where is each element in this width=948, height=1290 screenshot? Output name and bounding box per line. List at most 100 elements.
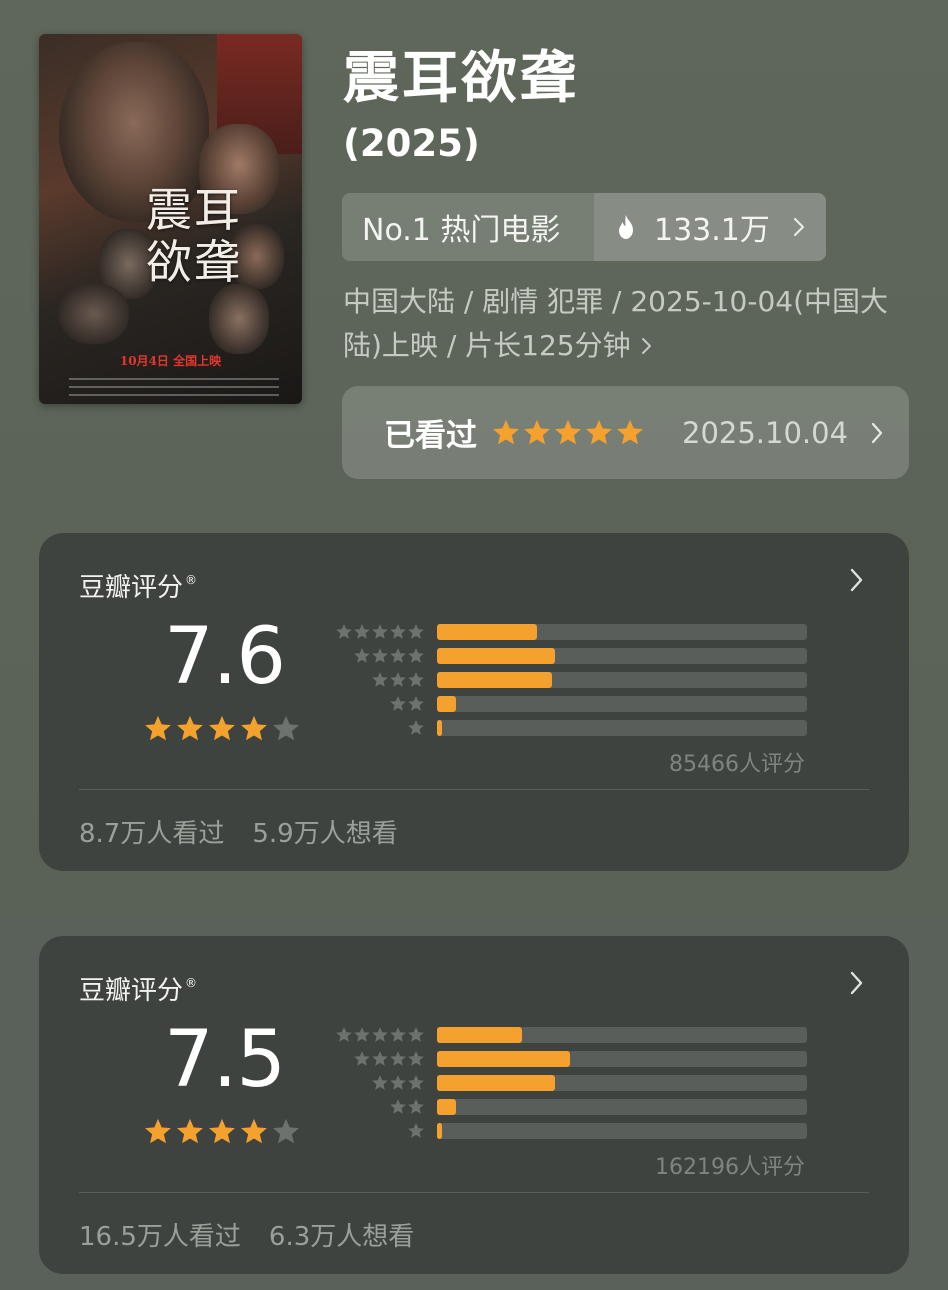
distribution-row-5-star xyxy=(331,620,811,644)
star-icon xyxy=(390,1075,406,1090)
star-icon xyxy=(408,1123,424,1138)
star-icon xyxy=(493,419,519,444)
rank-label[interactable]: No.1 热门电影 xyxy=(342,193,594,261)
heat-value: 133.1万 xyxy=(654,213,770,248)
rating-distribution xyxy=(331,620,811,740)
registered-mark: ® xyxy=(185,573,198,587)
distribution-row-3-star xyxy=(331,668,811,692)
row-stars xyxy=(407,1122,425,1140)
chevron-right-icon[interactable] xyxy=(849,567,865,593)
registered-mark: ® xyxy=(185,976,198,990)
heat-button[interactable]: 133.1万 xyxy=(594,193,826,261)
poster-credits xyxy=(69,372,279,402)
distribution-bar-fill xyxy=(437,696,456,712)
rating-source: 豆瓣评分 xyxy=(79,976,184,1006)
star-icon xyxy=(209,1118,235,1144)
distribution-bar-track xyxy=(437,1027,807,1043)
star-icon xyxy=(209,715,235,741)
star-icon xyxy=(145,1118,171,1144)
row-stars xyxy=(335,623,425,641)
star-icon xyxy=(273,1118,299,1144)
star-icon xyxy=(408,624,424,639)
row-stars xyxy=(389,695,425,713)
audience-stats: 16.5万人看过 6.3万人想看 xyxy=(79,1216,414,1253)
rating-card-title: 豆瓣评分 ® xyxy=(79,563,197,605)
divider xyxy=(79,1192,869,1193)
distribution-bar-fill xyxy=(437,624,537,640)
distribution-bar-fill xyxy=(437,1075,556,1091)
distribution-bar-track xyxy=(437,1123,807,1139)
seen-count[interactable]: 16.5万人看过 xyxy=(79,1222,241,1252)
star-icon xyxy=(555,419,581,444)
distribution-row-4-star xyxy=(331,644,811,668)
star-icon xyxy=(354,624,370,639)
poster-figure xyxy=(209,284,269,354)
movie-poster[interactable]: 震耳欲聋 10月4日 全国上映 xyxy=(39,34,302,404)
distribution-bar-fill xyxy=(437,1099,456,1115)
distribution-bar-track xyxy=(437,648,807,664)
poster-figure xyxy=(59,284,129,344)
star-icon xyxy=(372,624,388,639)
star-icon xyxy=(241,1118,267,1144)
distribution-bar-track xyxy=(437,720,807,736)
star-icon xyxy=(372,1075,388,1090)
movie-meta: 中国大陆 / 剧情 犯罪 / 2025-10-04(中国大陆)上映 / 片长12… xyxy=(343,285,889,362)
star-icon xyxy=(408,1027,424,1042)
rating-card[interactable]: 豆瓣评分 ® 7.5 162196人评分 16.5万人看过 6.3万人想看 xyxy=(39,936,909,1274)
want-count[interactable]: 5.9万人想看 xyxy=(252,819,397,849)
distribution-bar-track xyxy=(437,696,807,712)
star-icon xyxy=(408,1075,424,1090)
rating-card[interactable]: 豆瓣评分 ® 7.6 85466人评分 8.7万人看过 5.9万人想看 xyxy=(39,533,909,871)
rating-score: 7.6 xyxy=(164,612,286,702)
star-icon xyxy=(408,696,424,711)
star-icon xyxy=(354,1027,370,1042)
star-icon xyxy=(408,1051,424,1066)
distribution-row-2-star xyxy=(331,1095,811,1119)
star-icon xyxy=(586,419,612,444)
distribution-bar-track xyxy=(437,1099,807,1115)
distribution-bar-fill xyxy=(437,720,442,736)
star-icon xyxy=(336,624,352,639)
row-stars xyxy=(407,719,425,737)
rating-stars xyxy=(143,714,303,744)
star-icon xyxy=(617,419,643,444)
distribution-row-4-star xyxy=(331,1047,811,1071)
star-icon xyxy=(408,720,424,735)
star-icon xyxy=(273,715,299,741)
distribution-bar-fill xyxy=(437,1123,442,1139)
distribution-bar-fill xyxy=(437,1027,523,1043)
rating-stars xyxy=(143,1117,303,1147)
row-stars xyxy=(371,1074,425,1092)
star-icon xyxy=(390,648,406,663)
watched-status-button[interactable]: 已看过 2025.10.04 xyxy=(342,386,909,479)
seen-count[interactable]: 8.7万人看过 xyxy=(79,819,224,849)
distribution-bar-fill xyxy=(437,648,556,664)
movie-title: 震耳欲聋 xyxy=(343,46,579,111)
poster-release-date: 10月4日 全国上映 xyxy=(119,354,222,368)
star-icon xyxy=(354,648,370,663)
want-count[interactable]: 6.3万人想看 xyxy=(269,1222,414,1252)
star-icon xyxy=(408,672,424,687)
row-stars xyxy=(353,1050,425,1068)
row-stars xyxy=(335,1026,425,1044)
star-icon xyxy=(390,672,406,687)
star-icon xyxy=(390,1051,406,1066)
row-stars xyxy=(371,671,425,689)
star-icon xyxy=(177,1118,203,1144)
row-stars xyxy=(353,647,425,665)
poster-title: 震耳欲聋 xyxy=(146,183,242,289)
distribution-row-1-star xyxy=(331,1119,811,1143)
star-icon xyxy=(336,1027,352,1042)
audience-stats: 8.7万人看过 5.9万人想看 xyxy=(79,813,398,850)
movie-meta-link[interactable]: 中国大陆 / 剧情 犯罪 / 2025-10-04(中国大陆)上映 / 片长12… xyxy=(343,280,903,368)
row-stars xyxy=(389,1098,425,1116)
star-icon xyxy=(354,1051,370,1066)
distribution-bar-fill xyxy=(437,672,552,688)
chevron-right-icon[interactable] xyxy=(849,970,865,996)
rank-chip[interactable]: No.1 热门电影 133.1万 xyxy=(342,193,826,261)
chevron-right-icon xyxy=(871,422,883,443)
star-icon xyxy=(372,1051,388,1066)
my-rating-stars xyxy=(491,418,646,448)
rating-source: 豆瓣评分 xyxy=(79,573,184,603)
star-icon xyxy=(372,672,388,687)
